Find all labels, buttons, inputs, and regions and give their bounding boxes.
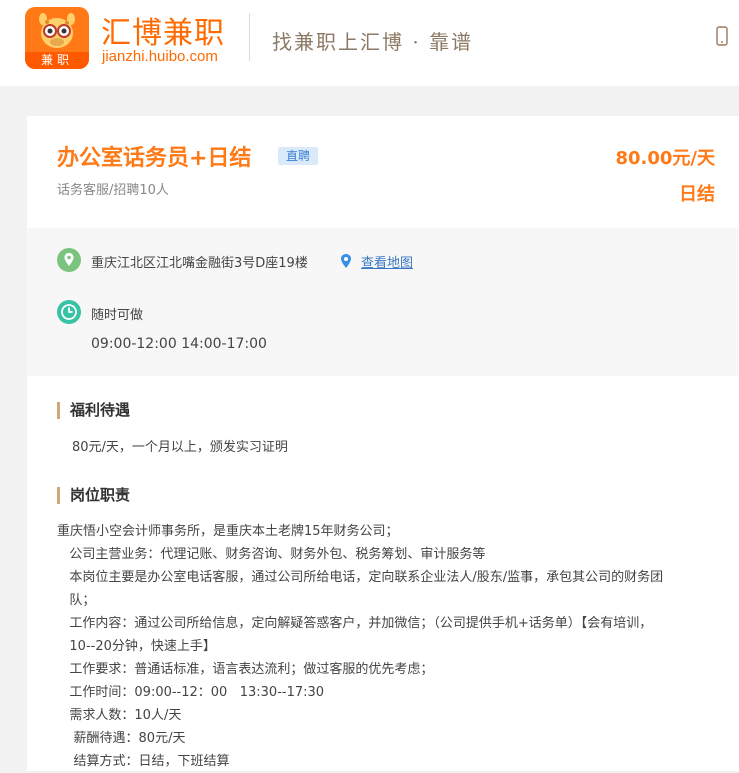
job-title: 办公室话务员+日结: [57, 146, 252, 171]
brand-name[interactable]: 汇博兼职: [101, 8, 225, 52]
logo[interactable]: 兼职: [25, 7, 89, 69]
map-pin-icon[interactable]: [340, 254, 352, 268]
duty-line: 工作时间：09:00--12：00 13:30--17:30: [57, 685, 325, 700]
job-subtitle: 话务客服/招聘10人: [57, 183, 169, 198]
duty-line: 10--20分钟，快速上手】: [57, 639, 216, 654]
work-anytime-label: 随时可做: [91, 308, 144, 323]
pay-cycle: 日结: [679, 184, 715, 205]
duties-text: 重庆悟小空会计师事务所，是重庆本土老牌15年财务公司； 公司主营业务：代理记账、…: [57, 520, 727, 773]
location-icon: [57, 248, 81, 272]
benefits-title: 福利待遇: [57, 402, 130, 419]
view-map-link[interactable]: 查看地图: [361, 252, 413, 271]
header-divider: [249, 13, 250, 61]
duty-line: 工作要求：普通话标准，语言表达流利；做过客服的优先考虑；: [57, 662, 434, 677]
job-address: 重庆江北区江北嘴金融街3号D座19楼: [91, 256, 308, 271]
brand-domain[interactable]: jianzhi.huibo.com: [102, 48, 218, 65]
site-header: 兼职 汇博兼职 jianzhi.huibo.com 找兼职上汇博 · 靠谱: [0, 0, 739, 86]
logo-tag: 兼职: [25, 52, 89, 69]
duty-line: 需求人数：10人/天: [57, 708, 182, 723]
duties-title: 岗位职责: [57, 487, 130, 504]
duty-line: 本岗位主要是办公室电话客服，通过公司所给电话，定向联系企业法人/股东/监事，承包…: [57, 570, 664, 585]
duty-line: 工作内容：通过公司所给信息，定向解疑答惑客户，并加微信；（公司提供手机+话务单）…: [57, 616, 653, 631]
duty-line: 结算方式：日结，下班结算: [57, 754, 230, 769]
slogan: 找兼职上汇博 · 靠谱: [272, 30, 474, 54]
job-detail-card: 办公室话务员+日结 直聘 话务客服/招聘10人 80.00元/天 日结 重庆江北…: [27, 116, 739, 771]
duty-line: 薪酬待遇：80元/天: [57, 731, 186, 746]
job-info-block: 重庆江北区江北嘴金融街3号D座19楼 查看地图 随时可做 09:00-12:00…: [27, 228, 739, 376]
duty-line: 重庆悟小空会计师事务所，是重庆本土老牌15年财务公司；: [57, 524, 399, 539]
benefits-text: 80元/天，一个月以上，颁发实习证明: [72, 440, 288, 455]
direct-hire-badge: 直聘: [278, 147, 319, 165]
salary: 80.00元/天: [615, 148, 715, 169]
duty-line: 队；: [57, 593, 96, 608]
duty-line: 公司主营业务：代理记账、财务咨询、财务外包、税务筹划、审计服务等: [57, 547, 486, 562]
work-hours: 09:00-12:00 14:00-17:00: [91, 336, 267, 352]
clock-icon: [57, 300, 81, 324]
mobile-phone-icon[interactable]: [716, 26, 728, 46]
